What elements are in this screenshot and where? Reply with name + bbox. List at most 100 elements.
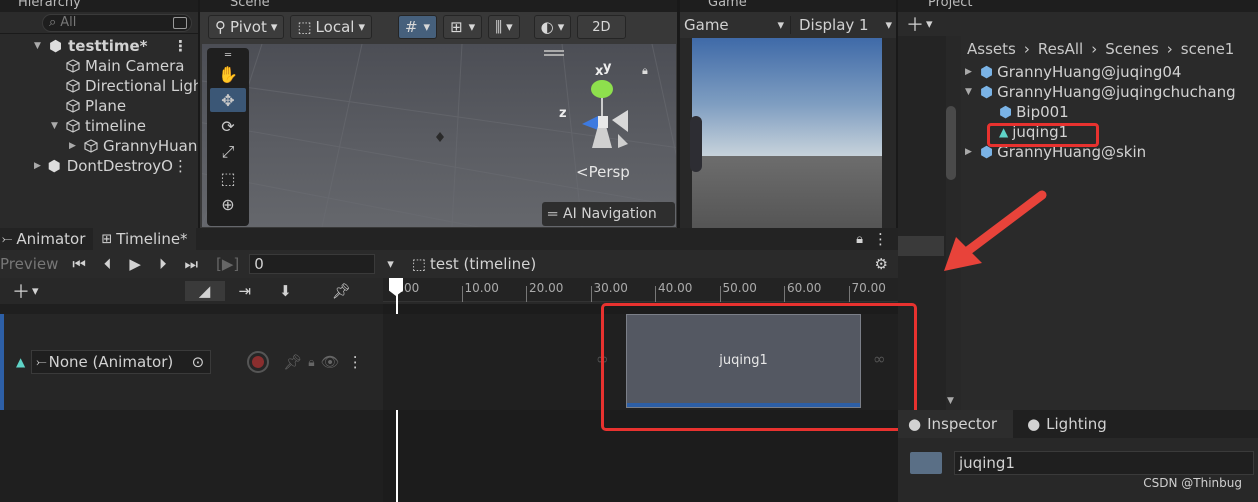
increment-snap-button[interactable]: ⊞ ▾: [443, 15, 483, 39]
display-dropdown[interactable]: Display 1 ▾: [790, 16, 896, 34]
more-options-icon[interactable]: ⋮: [873, 230, 888, 248]
go-to-start-icon[interactable]: ⏮: [72, 255, 86, 273]
asset-name-field[interactable]: juqing1: [954, 451, 1254, 475]
expand-arrow-icon[interactable]: ▼: [965, 87, 975, 97]
add-asset-icon[interactable]: ＋: [906, 11, 924, 37]
annotation-arrow: [944, 190, 1047, 271]
hierarchy-item-timeline[interactable]: ▼ timeline: [0, 116, 198, 136]
game-view-dropdown[interactable]: Game ▾: [680, 16, 790, 34]
asset-item-juqing04[interactable]: ▶ ⬢ GrannyHuang@juqing04: [961, 62, 1258, 82]
record-button[interactable]: [247, 351, 270, 373]
rect-tool-icon[interactable]: ⬚: [210, 166, 246, 190]
hierarchy-item-plane[interactable]: Plane: [0, 96, 198, 116]
more-options-icon[interactable]: ⋮: [173, 157, 188, 175]
breadcrumb-resall[interactable]: ResAll: [1038, 40, 1083, 58]
hierarchy-item-grannyhuang[interactable]: ▶ GrannyHuan: [0, 136, 198, 156]
animator-binding-field[interactable]: ⤚ None (Animator) ⊙: [31, 350, 212, 374]
pin-icon[interactable]: 📌︎: [332, 282, 351, 300]
model-prefab-icon: ⬢: [980, 83, 994, 101]
hierarchy-panel: Hierarchy ⌕ All ▼ ⬢ testtime* ⋮ Main Cam…: [0, 0, 198, 228]
orientation-gizmo[interactable]: [562, 64, 642, 164]
snap-settings-button[interactable]: ⫼ ▾: [488, 15, 520, 39]
gizmo-menu-icon[interactable]: [544, 50, 564, 56]
2d-toggle-button[interactable]: 2D: [577, 15, 626, 39]
more-options-icon[interactable]: ⋮: [348, 353, 363, 371]
projection-toggle[interactable]: <Persp: [576, 163, 630, 181]
tab-lighting[interactable]: ● Lighting: [1013, 415, 1121, 433]
pivot-dropdown[interactable]: ⚲ Pivot ▾: [208, 15, 285, 39]
hierarchy-search-field[interactable]: ⌕ All: [42, 13, 192, 32]
time-ruler[interactable]: :00 10.00 20.00 30.00 40.00 50.00 60.00 70.00: [383, 278, 898, 302]
object-picker-icon[interactable]: ⊙: [192, 353, 205, 371]
lock-icon[interactable]: 🔒︎: [856, 232, 863, 247]
expand-arrow-icon[interactable]: ▼: [51, 121, 61, 131]
hierarchy-item-label: testtime*: [68, 37, 148, 55]
edit-mode-ripple-button[interactable]: ◢: [184, 281, 225, 301]
gameobject-icon: [66, 59, 80, 73]
tab-timeline[interactable]: ⊞ Timeline*: [93, 228, 196, 250]
snap-icon[interactable]: ⬇: [279, 282, 292, 300]
track-lock-icon[interactable]: 🔒︎: [308, 355, 314, 370]
tab-animator[interactable]: ⤚ Animator: [0, 230, 93, 248]
previous-frame-icon[interactable]: ⏴: [104, 255, 112, 273]
hierarchy-item-dontdestroy[interactable]: ▶ ⬢ DontDestroyO ⋮: [0, 156, 198, 176]
breadcrumb-scenes[interactable]: Scenes: [1105, 40, 1159, 58]
scene-viewport[interactable]: ═ ✋ ✥ ⟳ ⤢ ⬚ ⊕ 🔒︎ x y z <Persp ═ AI Navig: [202, 44, 676, 227]
expand-arrow-icon[interactable]: ▼: [34, 41, 44, 51]
loop-icon[interactable]: [▶]: [216, 255, 239, 273]
gear-icon[interactable]: ⚙: [875, 255, 888, 273]
scene-tab[interactable]: Scene: [230, 0, 270, 10]
add-track-icon[interactable]: ＋: [12, 278, 30, 304]
game-viewport[interactable]: [690, 38, 882, 228]
lock-icon[interactable]: 🔒︎: [642, 64, 648, 78]
animation-track-header[interactable]: ▲ ⤚ None (Animator) ⊙ 📌︎ 🔒︎ 👁︎ ⋮: [0, 314, 383, 410]
asset-item-bip001[interactable]: ⬢ Bip001: [961, 102, 1258, 122]
breadcrumb-assets[interactable]: Assets: [967, 40, 1016, 58]
chevron-down-icon[interactable]: ▾: [926, 17, 933, 32]
animator-icon: ⤚: [36, 354, 47, 370]
ruler-tick: [461, 286, 463, 302]
asset-label: GrannyHuang@juqing04: [997, 63, 1182, 81]
draw-mode-button[interactable]: ◐ ▾: [533, 15, 572, 39]
track-visibility-icon[interactable]: 👁︎: [321, 353, 340, 371]
preview-toggle[interactable]: Preview: [0, 255, 64, 273]
drag-handle-icon[interactable]: ═: [210, 50, 246, 61]
collapse-arrow-icon[interactable]: ▶: [34, 161, 43, 171]
hand-tool-icon[interactable]: ✋: [210, 62, 246, 86]
frame-field[interactable]: 0: [249, 254, 376, 274]
grid-icon: #: [404, 18, 418, 36]
collapse-arrow-icon[interactable]: ▶: [965, 147, 975, 157]
track-pin-icon[interactable]: 📌︎: [283, 353, 302, 371]
game-toolbar: Game ▾ Display 1 ▾: [680, 12, 896, 38]
rotate-tool-icon[interactable]: ⟳: [210, 114, 246, 138]
ruler-label: 10.00: [464, 281, 499, 295]
hierarchy-item-main-camera[interactable]: Main Camera: [0, 56, 198, 76]
folder-scrollbar[interactable]: [946, 106, 956, 180]
hierarchy-item-directional-light[interactable]: Directional Ligh: [0, 76, 198, 96]
next-frame-icon[interactable]: ⏵: [159, 255, 167, 273]
collapse-arrow-icon[interactable]: ▶: [69, 141, 79, 151]
collapse-arrow-icon[interactable]: ▶: [965, 67, 975, 77]
breadcrumb-scene1[interactable]: scene1: [1181, 40, 1235, 58]
hierarchy-tab[interactable]: Hierarchy: [18, 0, 81, 10]
ai-navigation-overlay[interactable]: ═ AI Navigation: [542, 202, 675, 226]
chevron-down-icon[interactable]: ▾: [387, 257, 394, 272]
scroll-down-arrow-icon[interactable]: ▼: [947, 396, 954, 406]
transform-tool-icon[interactable]: ⊕: [210, 192, 246, 216]
scale-tool-icon[interactable]: ⤢: [210, 140, 246, 164]
timeline-asset-breadcrumb[interactable]: ⬚ test (timeline): [412, 255, 536, 273]
local-dropdown[interactable]: ⬚ Local ▾: [290, 15, 372, 39]
hierarchy-item-testtime[interactable]: ▼ ⬢ testtime* ⋮: [0, 36, 198, 56]
more-options-icon[interactable]: ⋮: [173, 37, 188, 55]
game-tab[interactable]: Game: [708, 0, 747, 10]
tab-inspector[interactable]: ● Inspector: [898, 410, 1014, 438]
chevron-down-icon[interactable]: ▾: [32, 284, 39, 299]
grid-snap-button[interactable]: # ▾: [397, 15, 438, 39]
go-to-end-icon[interactable]: ⏭: [184, 255, 198, 273]
play-icon[interactable]: ▶: [129, 255, 141, 273]
project-tab[interactable]: Project: [928, 0, 972, 10]
move-tool-icon[interactable]: ✥: [210, 88, 246, 112]
mix-mode-icon[interactable]: ⇥: [239, 282, 252, 300]
asset-item-juqingchuchang[interactable]: ▼ ⬢ GrannyHuang@juqingchuchang: [961, 82, 1258, 102]
search-filter-icon[interactable]: [173, 16, 187, 29]
